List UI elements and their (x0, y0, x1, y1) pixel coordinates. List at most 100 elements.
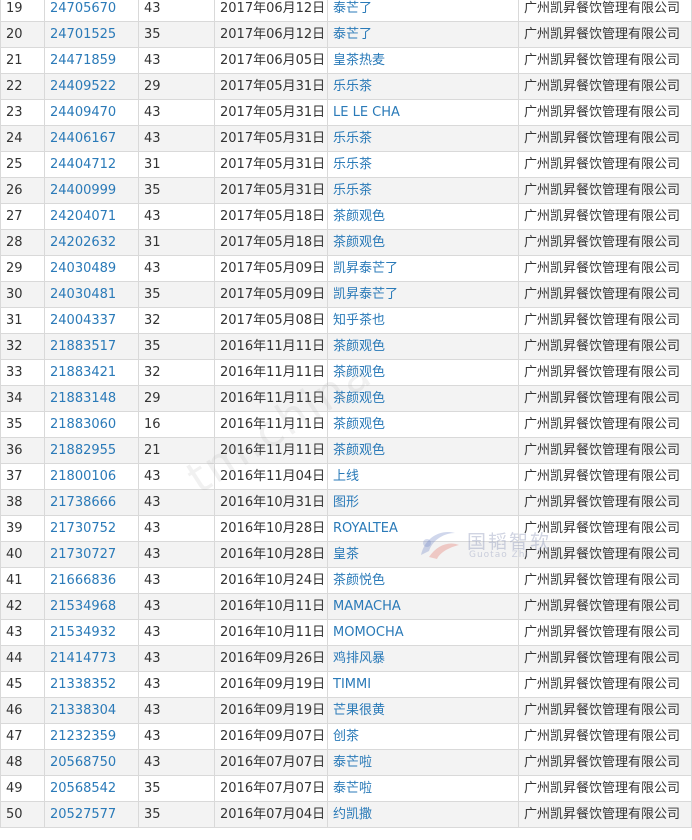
registration-number-link[interactable]: 21882955 (50, 443, 116, 458)
trademark-name-link[interactable]: 泰芒了 (333, 27, 372, 42)
registration-number-link[interactable]: 21414773 (50, 651, 116, 666)
registration-number-link[interactable]: 20568750 (50, 755, 116, 770)
registration-number-link[interactable]: 21730752 (50, 521, 116, 536)
registration-number-link[interactable]: 21738666 (50, 495, 116, 510)
trademark-name-cell: 乐乐茶 (327, 125, 519, 152)
registration-number-link[interactable]: 21338352 (50, 677, 116, 692)
registration-number-link[interactable]: 21666836 (50, 573, 116, 588)
table-row: 48 20568750 43 2016年07月07日 泰芒啦 广州凯昇餐饮管理有限公司 (0, 749, 692, 776)
class-cell: 43 (138, 515, 215, 542)
registration-number-link[interactable]: 21534932 (50, 625, 116, 640)
registration-number-link[interactable]: 24004337 (50, 313, 116, 328)
row-index-cell: 28 (0, 229, 45, 256)
trademark-name-link[interactable]: 皇茶热麦 (333, 53, 385, 68)
registration-number-link[interactable]: 21800106 (50, 469, 116, 484)
table-row: 22 24409522 29 2017年05月31日 乐乐茶 广州凯昇餐饮管理有限公司 (0, 73, 692, 100)
trademark-name-link[interactable]: LE LE CHA (333, 105, 400, 120)
registration-number-link[interactable]: 24400999 (50, 183, 116, 198)
trademark-name-link[interactable]: TIMMI (333, 677, 371, 692)
registration-number-link[interactable]: 24471859 (50, 53, 116, 68)
row-index-cell: 27 (0, 203, 45, 230)
trademark-name-link[interactable]: 凯昇泰芒了 (333, 287, 398, 302)
registration-number-cell: 21738666 (44, 489, 139, 516)
class-cell: 43 (138, 593, 215, 620)
trademark-name-link[interactable]: 约凯撒 (333, 807, 372, 822)
trademark-name-link[interactable]: 茶颜观色 (333, 339, 385, 354)
trademark-name-cell: 泰芒啦 (327, 775, 519, 802)
trademark-name-link[interactable]: 乐乐茶 (333, 183, 372, 198)
trademark-name-cell: 泰芒了 (327, 21, 519, 48)
registration-number-link[interactable]: 24406167 (50, 131, 116, 146)
trademark-name-link[interactable]: 茶颜观色 (333, 443, 385, 458)
trademark-name-link[interactable]: MOMOCHA (333, 625, 404, 640)
applicant-cell: 广州凯昇餐饮管理有限公司 (518, 99, 692, 126)
trademark-name-link[interactable]: 乐乐茶 (333, 79, 372, 94)
registration-number-link[interactable]: 21232359 (50, 729, 116, 744)
class-cell: 43 (138, 47, 215, 74)
registration-number-link[interactable]: 21883060 (50, 417, 116, 432)
applicant-cell: 广州凯昇餐饮管理有限公司 (518, 775, 692, 802)
registration-number-link[interactable]: 24030481 (50, 287, 116, 302)
registration-number-link[interactable]: 21534968 (50, 599, 116, 614)
trademark-name-link[interactable]: 茶颜悦色 (333, 573, 385, 588)
trademark-name-cell: ROYALTEA (327, 515, 519, 542)
class-cell: 43 (138, 0, 215, 22)
trademark-name-cell: 鸡排风暴 (327, 645, 519, 672)
trademark-name-link[interactable]: 茶颜观色 (333, 235, 385, 250)
registration-number-link[interactable]: 21883517 (50, 339, 116, 354)
registration-number-link[interactable]: 24404712 (50, 157, 116, 172)
registration-number-link[interactable]: 21338304 (50, 703, 116, 718)
row-index-cell: 31 (0, 307, 45, 334)
trademark-name-link[interactable]: 茶颜观色 (333, 365, 385, 380)
trademark-name-link[interactable]: ROYALTEA (333, 521, 398, 536)
registration-number-link[interactable]: 20527577 (50, 807, 116, 822)
application-date-cell: 2017年06月12日 (214, 21, 328, 48)
application-date-cell: 2017年05月31日 (214, 177, 328, 204)
registration-number-link[interactable]: 24705670 (50, 1, 116, 16)
trademark-name-link[interactable]: 茶颜观色 (333, 391, 385, 406)
registration-number-link[interactable]: 21883421 (50, 365, 116, 380)
registration-number-link[interactable]: 21883148 (50, 391, 116, 406)
registration-number-link[interactable]: 24409522 (50, 79, 116, 94)
registration-number-link[interactable]: 24030489 (50, 261, 116, 276)
applicant-cell: 广州凯昇餐饮管理有限公司 (518, 177, 692, 204)
application-date-cell: 2017年05月18日 (214, 229, 328, 256)
class-cell: 43 (138, 463, 215, 490)
trademark-name-cell: 芒果很黄 (327, 697, 519, 724)
trademark-name-link[interactable]: 凯昇泰芒了 (333, 261, 398, 276)
row-index-cell: 42 (0, 593, 45, 620)
applicant-cell: 广州凯昇餐饮管理有限公司 (518, 385, 692, 412)
registration-number-link[interactable]: 24701525 (50, 27, 116, 42)
application-date-cell: 2017年06月12日 (214, 0, 328, 22)
trademark-name-link[interactable]: MAMACHA (333, 599, 401, 614)
trademark-name-link[interactable]: 乐乐茶 (333, 157, 372, 172)
trademark-name-link[interactable]: 创茶 (333, 729, 359, 744)
trademark-name-link[interactable]: 图形 (333, 495, 359, 510)
trademark-name-link[interactable]: 上线 (333, 469, 359, 484)
class-cell: 43 (138, 541, 215, 568)
class-cell: 35 (138, 21, 215, 48)
trademark-name-link[interactable]: 茶颜观色 (333, 417, 385, 432)
registration-number-link[interactable]: 24204071 (50, 209, 116, 224)
class-cell: 29 (138, 73, 215, 100)
application-date-cell: 2016年11月04日 (214, 463, 328, 490)
trademark-name-link[interactable]: 茶颜观色 (333, 209, 385, 224)
trademark-name-link[interactable]: 知乎茶也 (333, 313, 385, 328)
trademark-table: 19 24705670 43 2017年06月12日 泰芒了 广州凯昇餐饮管理有限公司 20… (0, 0, 692, 828)
registration-number-link[interactable]: 21730727 (50, 547, 116, 562)
registration-number-cell: 20568750 (44, 749, 139, 776)
trademark-name-link[interactable]: 乐乐茶 (333, 131, 372, 146)
registration-number-link[interactable]: 20568542 (50, 781, 116, 796)
table-row: 20 24701525 35 2017年06月12日 泰芒了 广州凯昇餐饮管理有限公司 (0, 21, 692, 48)
applicant-cell: 广州凯昇餐饮管理有限公司 (518, 411, 692, 438)
trademark-name-link[interactable]: 芒果很黄 (333, 703, 385, 718)
trademark-name-link[interactable]: 泰芒啦 (333, 755, 372, 770)
trademark-name-link[interactable]: 鸡排风暴 (333, 651, 385, 666)
trademark-name-link[interactable]: 泰芒啦 (333, 781, 372, 796)
trademark-name-link[interactable]: 皇茶 (333, 547, 359, 562)
trademark-name-link[interactable]: 泰芒了 (333, 1, 372, 16)
applicant-cell: 广州凯昇餐饮管理有限公司 (518, 801, 692, 828)
row-index-cell: 30 (0, 281, 45, 308)
registration-number-link[interactable]: 24409470 (50, 105, 116, 120)
registration-number-link[interactable]: 24202632 (50, 235, 116, 250)
